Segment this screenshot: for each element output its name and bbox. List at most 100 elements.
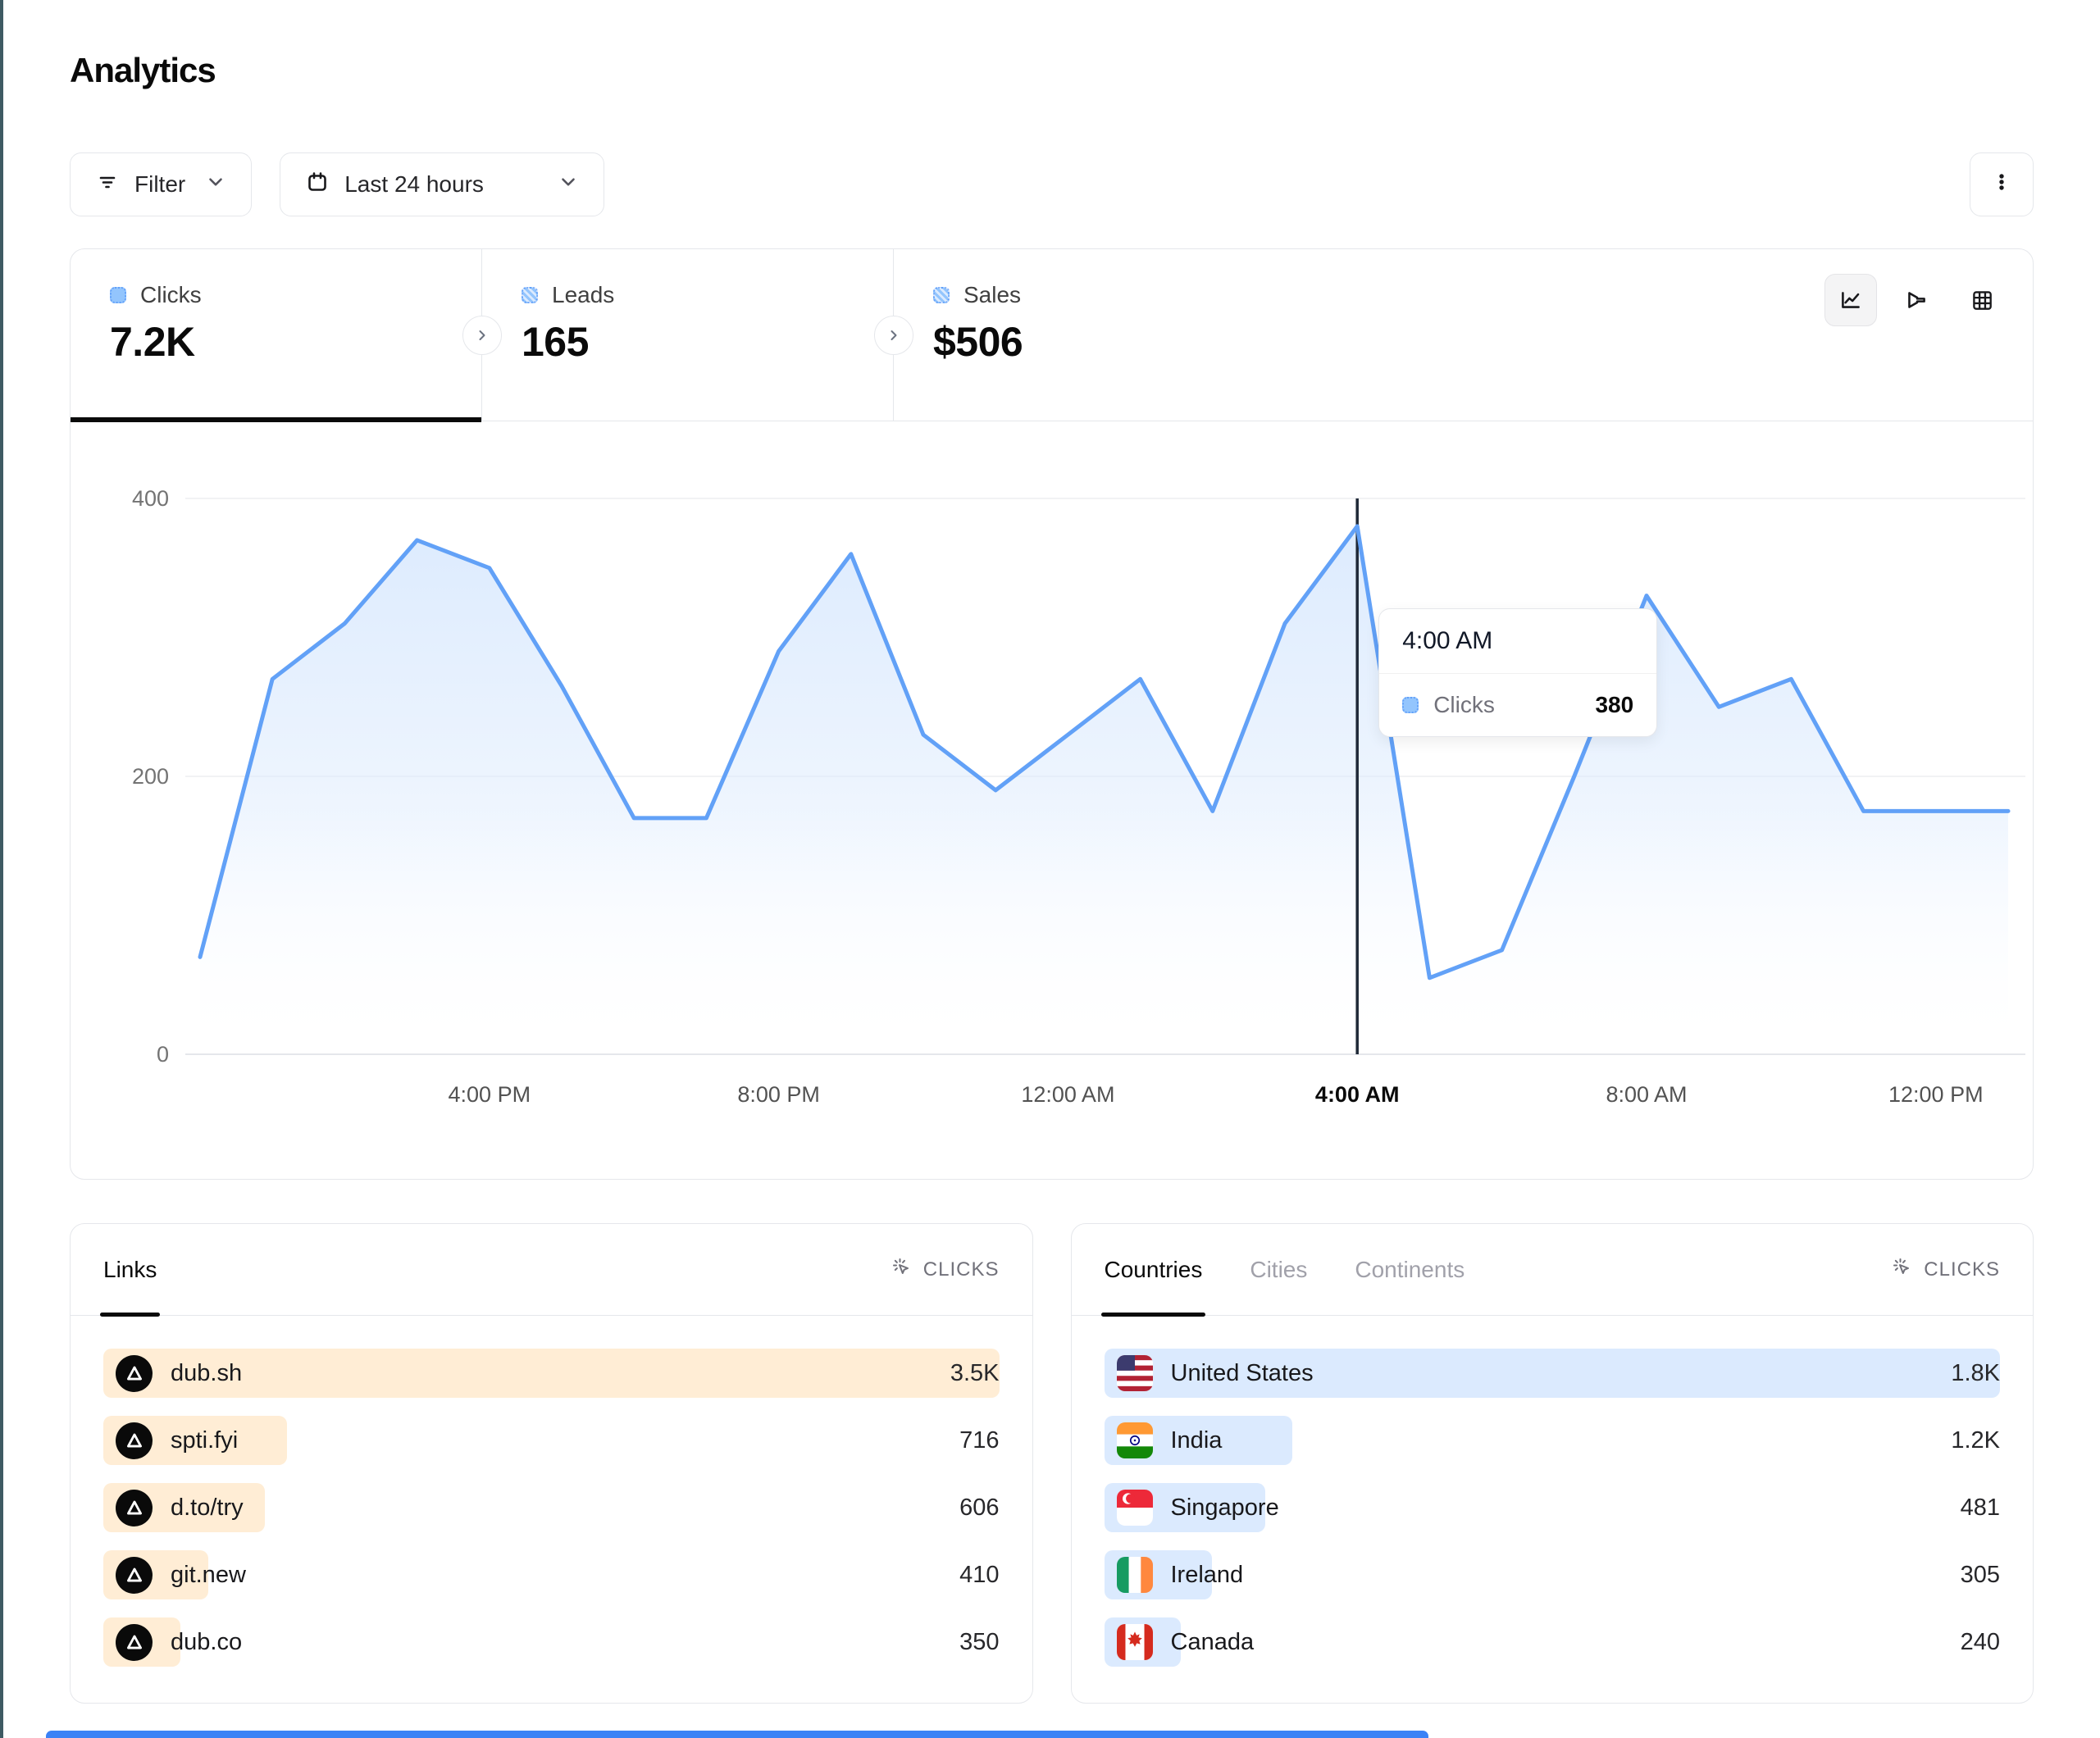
country-row[interactable]: Singapore 481	[1105, 1483, 2001, 1532]
link-value: 3.5K	[950, 1360, 1000, 1387]
link-row[interactable]: dub.co 350	[103, 1617, 1000, 1667]
tab-cities[interactable]: Cities	[1250, 1224, 1307, 1315]
filter-button[interactable]: Filter	[70, 152, 252, 216]
x-axis-tick-label: 12:00 AM	[1021, 1082, 1114, 1107]
tab-leads[interactable]: Leads 165	[482, 249, 894, 421]
ca-flag-icon	[1117, 1624, 1153, 1660]
y-axis-tick-label: 400	[132, 486, 169, 511]
clicks-area-fill	[200, 526, 2008, 1054]
leads-tab-value: 165	[522, 318, 893, 366]
link-label: d.to/try	[171, 1495, 244, 1522]
date-range-button[interactable]: Last 24 hours	[280, 152, 604, 216]
funnel-view-button[interactable]	[1890, 274, 1943, 326]
link-row[interactable]: d.to/try606	[103, 1483, 1000, 1532]
sales-tab-value: $506	[933, 318, 1305, 366]
sales-tab-label: Sales	[963, 282, 1021, 308]
page-title: Analytics	[70, 51, 2034, 90]
x-axis-tick-label: 4:00 AM	[1315, 1082, 1400, 1107]
expand-leads-chevron-button[interactable]	[874, 316, 913, 355]
chart-type-switcher	[1824, 249, 2033, 421]
clicks-area-chart[interactable]: 0 200 400 4:00 PM 8:00 PM 12:00 AM 4:00 AM 8:00…	[71, 421, 2032, 1177]
more-options-button[interactable]	[1970, 152, 2034, 216]
country-row[interactable]: Ireland 305	[1105, 1550, 2001, 1599]
y-axis-tick-label: 0	[157, 1042, 169, 1067]
chart-tooltip: 4:00 AM Clicks 380	[1378, 608, 1657, 737]
calendar-icon	[305, 170, 330, 200]
country-row[interactable]: Canada 240	[1105, 1617, 2001, 1667]
us-flag-icon	[1117, 1355, 1153, 1391]
x-axis-tick-label: 8:00 AM	[1606, 1082, 1687, 1107]
dub-logo-icon	[116, 1422, 153, 1459]
country-value: 1.2K	[1951, 1427, 2000, 1454]
cursor-click-icon	[890, 1255, 913, 1284]
filter-icon	[95, 170, 120, 200]
country-value: 240	[1961, 1629, 2000, 1656]
dub-logo-icon	[116, 1490, 153, 1526]
clicks-tab-label: Clicks	[140, 282, 202, 308]
analytics-card: Clicks 7.2K Leads 165	[70, 248, 2034, 1180]
tooltip-value: 380	[1595, 692, 1633, 718]
dub-logo-icon	[116, 1624, 153, 1661]
sg-flag-icon	[1117, 1490, 1153, 1526]
table-view-button[interactable]	[1956, 274, 2008, 326]
tab-continents[interactable]: Continents	[1355, 1224, 1465, 1315]
sales-series-swatch	[933, 287, 950, 303]
link-label: spti.fyi	[171, 1427, 238, 1454]
country-label: Ireland	[1171, 1562, 1244, 1589]
link-value: 716	[959, 1427, 999, 1454]
toolbar: Filter Last 24 hours	[70, 152, 2034, 216]
country-row[interactable]: United States 1.8K	[1105, 1349, 2001, 1398]
tab-links[interactable]: Links	[103, 1224, 157, 1315]
country-row[interactable]: India 1.2K	[1105, 1416, 2001, 1465]
expand-clicks-chevron-button[interactable]	[462, 316, 502, 355]
date-range-label: Last 24 hours	[344, 171, 484, 198]
link-label: dub.co	[171, 1629, 242, 1656]
tooltip-series-swatch	[1402, 697, 1419, 713]
country-value: 481	[1961, 1495, 2000, 1522]
link-label: dub.sh	[171, 1360, 242, 1387]
stats-tabs-row: Clicks 7.2K Leads 165	[71, 249, 2033, 421]
cursor-click-icon	[1890, 1255, 1913, 1284]
link-row[interactable]: git.new 410	[103, 1550, 1000, 1599]
leads-series-swatch	[522, 287, 538, 303]
country-label: United States	[1171, 1360, 1314, 1387]
analytics-page: Analytics Filter Last	[0, 0, 2100, 1738]
chevron-down-icon	[558, 171, 579, 198]
bottom-scroll-indicator[interactable]	[46, 1731, 1428, 1738]
ie-flag-icon	[1117, 1557, 1153, 1593]
x-axis-tick-label: 4:00 PM	[449, 1082, 531, 1107]
filter-button-label: Filter	[134, 171, 185, 198]
link-value: 410	[959, 1562, 999, 1589]
bottom-panels: Links CLICKS dub.sh 3.5K spti.fyi 716 d.to/t…	[70, 1223, 2034, 1704]
tab-clicks[interactable]: Clicks 7.2K	[71, 249, 482, 421]
country-label: Singapore	[1171, 1495, 1279, 1522]
link-row[interactable]: dub.sh 3.5K	[103, 1349, 1000, 1398]
tooltip-time: 4:00 AM	[1379, 609, 1656, 674]
clicks-tab-value: 7.2K	[110, 318, 481, 366]
links-panel: Links CLICKS dub.sh 3.5K spti.fyi 716 d.to/t…	[70, 1223, 1033, 1704]
links-metric[interactable]: CLICKS	[890, 1224, 1000, 1315]
x-axis-tick-label: 12:00 PM	[1888, 1082, 1984, 1107]
link-value: 350	[959, 1629, 999, 1656]
countries-metric[interactable]: CLICKS	[1890, 1224, 2000, 1315]
clicks-series-swatch	[110, 287, 126, 303]
tooltip-series-label: Clicks	[1433, 692, 1495, 718]
line-chart-view-button[interactable]	[1824, 274, 1877, 326]
countries-panel: Countries Cities Continents CLICKS Unit	[1071, 1223, 2034, 1704]
tab-countries[interactable]: Countries	[1105, 1224, 1203, 1315]
link-row[interactable]: spti.fyi 716	[103, 1416, 1000, 1465]
link-label: git.new	[171, 1562, 246, 1589]
kebab-menu-icon	[1989, 170, 2014, 200]
tab-sales[interactable]: Sales $506	[894, 249, 1305, 421]
x-axis-tick-label: 8:00 PM	[737, 1082, 820, 1107]
in-flag-icon	[1117, 1422, 1153, 1458]
leads-tab-label: Leads	[552, 282, 614, 308]
country-label: Canada	[1171, 1629, 1255, 1656]
y-axis-tick-label: 200	[132, 764, 169, 789]
country-value: 305	[1961, 1562, 2000, 1589]
countries-metric-label: CLICKS	[1924, 1258, 2000, 1281]
chevron-down-icon	[205, 171, 226, 198]
links-metric-label: CLICKS	[923, 1258, 1000, 1281]
country-label: India	[1171, 1427, 1223, 1454]
country-value: 1.8K	[1951, 1360, 2000, 1387]
